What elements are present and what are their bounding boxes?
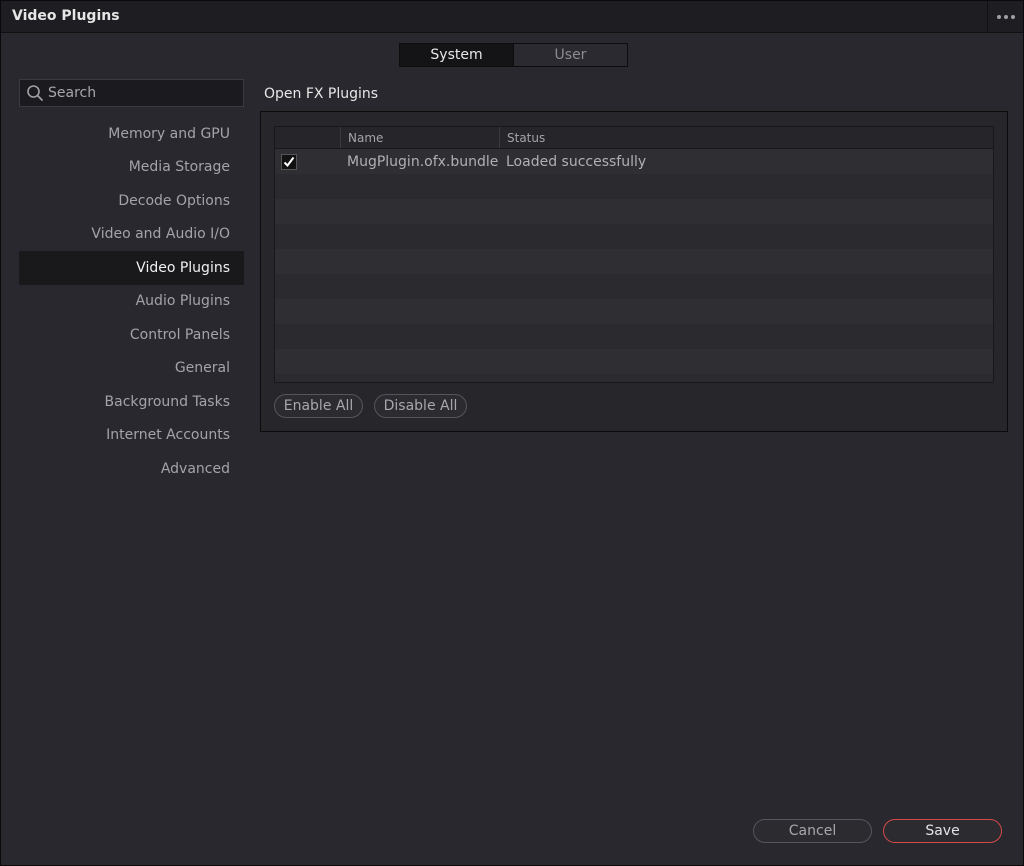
empty-row — [275, 299, 993, 324]
column-header-status[interactable]: Status — [499, 127, 993, 148]
sidebar-item-decode-options[interactable]: Decode Options — [19, 184, 244, 218]
more-options-icon-dot — [1003, 15, 1008, 19]
plugins-panel: Name Status MugPlugin.ofx.bundle Loaded … — [260, 111, 1008, 432]
sidebar-item-audio-plugins[interactable]: Audio Plugins — [19, 285, 244, 319]
more-options-button[interactable] — [987, 1, 1023, 33]
sidebar-item-background-tasks[interactable]: Background Tasks — [19, 385, 244, 419]
empty-row — [275, 349, 993, 374]
sidebar-item-media-storage[interactable]: Media Storage — [19, 151, 244, 185]
preferences-window: Video Plugins System User Memory and GPU… — [0, 0, 1024, 866]
search-icon — [27, 85, 43, 101]
sidebar-item-advanced[interactable]: Advanced — [19, 452, 244, 486]
table-header: Name Status — [275, 127, 993, 149]
sidebar-item-control-panels[interactable]: Control Panels — [19, 318, 244, 352]
scope-toggle: System User — [399, 43, 628, 67]
sidebar-item-internet-accounts[interactable]: Internet Accounts — [19, 419, 244, 453]
sidebar-item-video-plugins[interactable]: Video Plugins — [19, 251, 244, 285]
enable-all-button[interactable]: Enable All — [274, 394, 363, 418]
search-box — [19, 79, 244, 107]
window-title: Video Plugins — [12, 8, 120, 24]
empty-row — [275, 224, 993, 249]
plugin-enabled-checkbox[interactable] — [281, 153, 297, 170]
sidebar-item-memory-and-gpu[interactable]: Memory and GPU — [19, 117, 244, 151]
empty-row — [275, 374, 993, 382]
column-header-name[interactable]: Name — [340, 127, 499, 148]
more-options-icon-dot — [1010, 15, 1015, 19]
section-title: Open FX Plugins — [264, 86, 379, 102]
table-body: MugPlugin.ofx.bundle Loaded successfully — [275, 149, 993, 382]
more-options-icon — [996, 15, 1001, 19]
table-row[interactable]: MugPlugin.ofx.bundle Loaded successfully — [275, 149, 993, 174]
empty-row — [275, 199, 993, 224]
column-header-enabled[interactable] — [275, 127, 340, 148]
tab-user[interactable]: User — [513, 44, 627, 66]
plugins-table: Name Status MugPlugin.ofx.bundle Loaded … — [274, 126, 994, 383]
disable-all-button[interactable]: Disable All — [374, 394, 467, 418]
plugin-status: Loaded successfully — [506, 153, 647, 170]
checkmark-icon — [283, 156, 295, 167]
title-bar: Video Plugins — [1, 1, 1023, 33]
save-button[interactable]: Save — [883, 819, 1002, 843]
empty-row — [275, 174, 993, 199]
sidebar-nav: Memory and GPU Media Storage Decode Opti… — [19, 117, 244, 486]
empty-row — [275, 249, 993, 274]
search-input[interactable] — [48, 85, 243, 101]
plugin-name: MugPlugin.ofx.bundle — [347, 153, 499, 170]
row-enable-cell — [275, 153, 340, 170]
empty-row — [275, 274, 993, 299]
sidebar-item-general[interactable]: General — [19, 352, 244, 386]
sidebar-item-video-and-audio-io[interactable]: Video and Audio I/O — [19, 218, 244, 252]
cancel-button[interactable]: Cancel — [753, 819, 872, 843]
empty-row — [275, 324, 993, 349]
tab-system[interactable]: System — [400, 44, 513, 66]
